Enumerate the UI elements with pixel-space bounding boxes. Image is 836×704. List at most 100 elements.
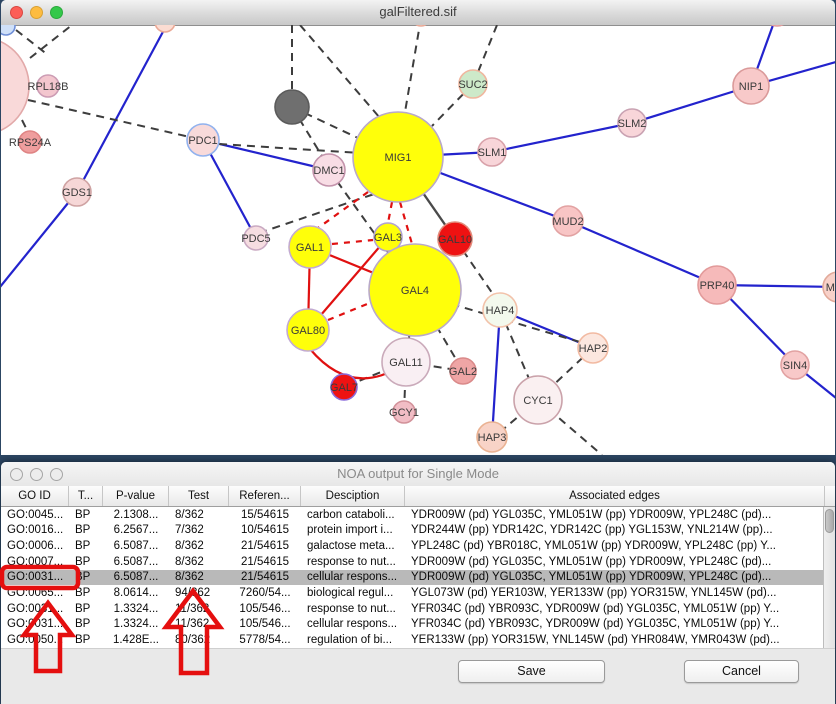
cell: 21/54615 [229, 540, 301, 552]
cell: BP [69, 540, 103, 552]
cell: 1.3324... [103, 618, 169, 630]
network-canvas[interactable]: RPL18BRPS24AGDS1PDC1DMC1MIG1SUC2SLM1SLM2… [1, 25, 835, 455]
node-frag-topleft[interactable] [1, 25, 15, 35]
cell: 80/362 [169, 634, 229, 646]
node-label-MSN: MSN [826, 282, 835, 294]
node-gray-node[interactable] [275, 90, 309, 124]
node-label-HAP2: HAP2 [579, 343, 608, 355]
cell: 6.5087... [103, 556, 169, 568]
table-row[interactable]: GO:0007...BP6.5087...8/36221/54615respon… [1, 554, 823, 570]
network-window-title: galFiltered.sif [1, 4, 835, 19]
cell: biological regul... [301, 587, 405, 599]
cell: GO:0031... [1, 603, 69, 615]
table-row[interactable]: GO:0031...BP1.3324...11/362105/546...cel… [1, 617, 823, 633]
node-label-SIN4: SIN4 [783, 360, 807, 372]
edge-blue [492, 310, 500, 437]
table-row[interactable]: GO:0031...BP6.5087...8/36221/54615cellul… [1, 570, 823, 586]
column-header-associated-edges[interactable]: Associated edges [405, 486, 825, 506]
cell: 7260/54... [229, 587, 301, 599]
cell: YER133W (pp) YOR315W, YNL145W (pd) YHR08… [405, 634, 823, 646]
edge-dash [300, 25, 380, 118]
cell: BP [69, 587, 103, 599]
column-header-test[interactable]: Test [169, 486, 229, 506]
cell: BP [69, 571, 103, 583]
cell: BP [69, 524, 103, 536]
node-label-CYC1: CYC1 [523, 395, 552, 407]
cell: GO:0050... [1, 634, 69, 646]
node-label-PDC5: PDC5 [241, 233, 270, 245]
noa-window-titlebar[interactable]: NOA output for Single Mode [1, 462, 835, 487]
node-label-HAP4: HAP4 [486, 305, 515, 317]
node-label-GDS1: GDS1 [62, 187, 92, 199]
edge-dash [478, 25, 497, 72]
node-label-PRP40: PRP40 [700, 280, 735, 292]
noa-window-title: NOA output for Single Mode [1, 466, 835, 481]
column-header-go-id[interactable]: GO ID [1, 486, 69, 506]
cell: response to nut... [301, 603, 405, 615]
cell: YDR009W (pd) YGL035C, YML051W (pp) YDR00… [405, 571, 823, 583]
node-frag-top3[interactable] [764, 25, 790, 26]
cell: 2.1308... [103, 509, 169, 521]
cell: YDR244W (pp) YDR142C, YDR142C (pp) YGL15… [405, 524, 823, 536]
cell: GO:0006... [1, 540, 69, 552]
table-row[interactable]: GO:0050...BP1.428E...80/3625778/54...reg… [1, 632, 823, 648]
scrollbar-thumb[interactable] [825, 509, 834, 533]
cell: cellular respons... [301, 571, 405, 583]
cell: 8/362 [169, 509, 229, 521]
column-header-p-value[interactable]: P-value [103, 486, 169, 506]
cell: 1.428E... [103, 634, 169, 646]
cell: YFR034C (pd) YBR093C, YDR009W (pd) YGL03… [405, 618, 823, 630]
network-window-titlebar[interactable]: galFiltered.sif [1, 0, 835, 26]
network-window: galFiltered.sif RPL18BRPS24AGDS1PDC1DMC1… [1, 0, 835, 455]
table-row[interactable]: GO:0016...BP6.2567...7/36210/54615protei… [1, 523, 823, 539]
edge-blue [1, 192, 77, 287]
edge-reddash [332, 240, 373, 244]
cancel-button[interactable]: Cancel [684, 660, 799, 683]
edge-dash [262, 190, 386, 232]
save-button[interactable]: Save [458, 660, 605, 683]
node-label-GAL3: GAL3 [374, 232, 402, 244]
node-frag-bigleft[interactable] [1, 37, 29, 135]
table-row[interactable]: GO:0006...BP6.5087...8/36221/54615galact… [1, 538, 823, 554]
cell: GO:0031... [1, 571, 69, 583]
column-header-desciption[interactable]: Desciption [301, 486, 405, 506]
edge-dash [28, 100, 203, 140]
cell: protein import i... [301, 524, 405, 536]
button-bar: Save Cancel [1, 648, 835, 704]
cell: regulation of bi... [301, 634, 405, 646]
cell: YDR009W (pd) YGL035C, YML051W (pp) YDR00… [405, 556, 823, 568]
cell: 11/362 [169, 618, 229, 630]
cell: YGL073W (pd) YER103W, YER133W (pp) YOR31… [405, 587, 823, 599]
node-label-DMC1: DMC1 [313, 165, 344, 177]
cell: 1.3324... [103, 603, 169, 615]
edge-reddash [328, 302, 372, 320]
cell: 8.0614... [103, 587, 169, 599]
table-row[interactable]: GO:0065...BP8.0614...94/3627260/54...bio… [1, 585, 823, 601]
cell: GO:0045... [1, 509, 69, 521]
node-label-NIP1: NIP1 [739, 81, 763, 93]
node-label-SUC2: SUC2 [458, 79, 487, 91]
cell: GO:0031... [1, 618, 69, 630]
column-header-t-[interactable]: T... [69, 486, 103, 506]
node-label-MIG1: MIG1 [385, 152, 412, 164]
table-row[interactable]: GO:0045...BP2.1308...8/36215/54615carbon… [1, 507, 823, 523]
cell: 21/54615 [229, 571, 301, 583]
cell: YDR009W (pd) YGL035C, YML051W (pp) YDR00… [405, 509, 823, 521]
node-label-GCY1: GCY1 [389, 407, 419, 419]
table-header: GO IDT...P-valueTestReferen...Desciption… [1, 486, 835, 507]
column-header-referen-[interactable]: Referen... [229, 486, 301, 506]
cell: 8/362 [169, 571, 229, 583]
edge-blue [492, 123, 632, 152]
edge-dash [405, 25, 421, 112]
edge-dash [16, 30, 48, 55]
edge-blue [77, 28, 165, 192]
cell: 8/362 [169, 540, 229, 552]
cell: 10/54615 [229, 524, 301, 536]
vertical-scrollbar[interactable] [823, 507, 835, 648]
cell: YPL248C (pd) YBR018C, YML051W (pp) YDR00… [405, 540, 823, 552]
node-frag-top1[interactable] [155, 25, 175, 32]
node-frag-top2[interactable] [412, 25, 430, 26]
node-label-GAL80: GAL80 [291, 325, 325, 337]
cell: BP [69, 634, 103, 646]
table-row[interactable]: GO:0031...BP1.3324...11/362105/546...res… [1, 601, 823, 617]
